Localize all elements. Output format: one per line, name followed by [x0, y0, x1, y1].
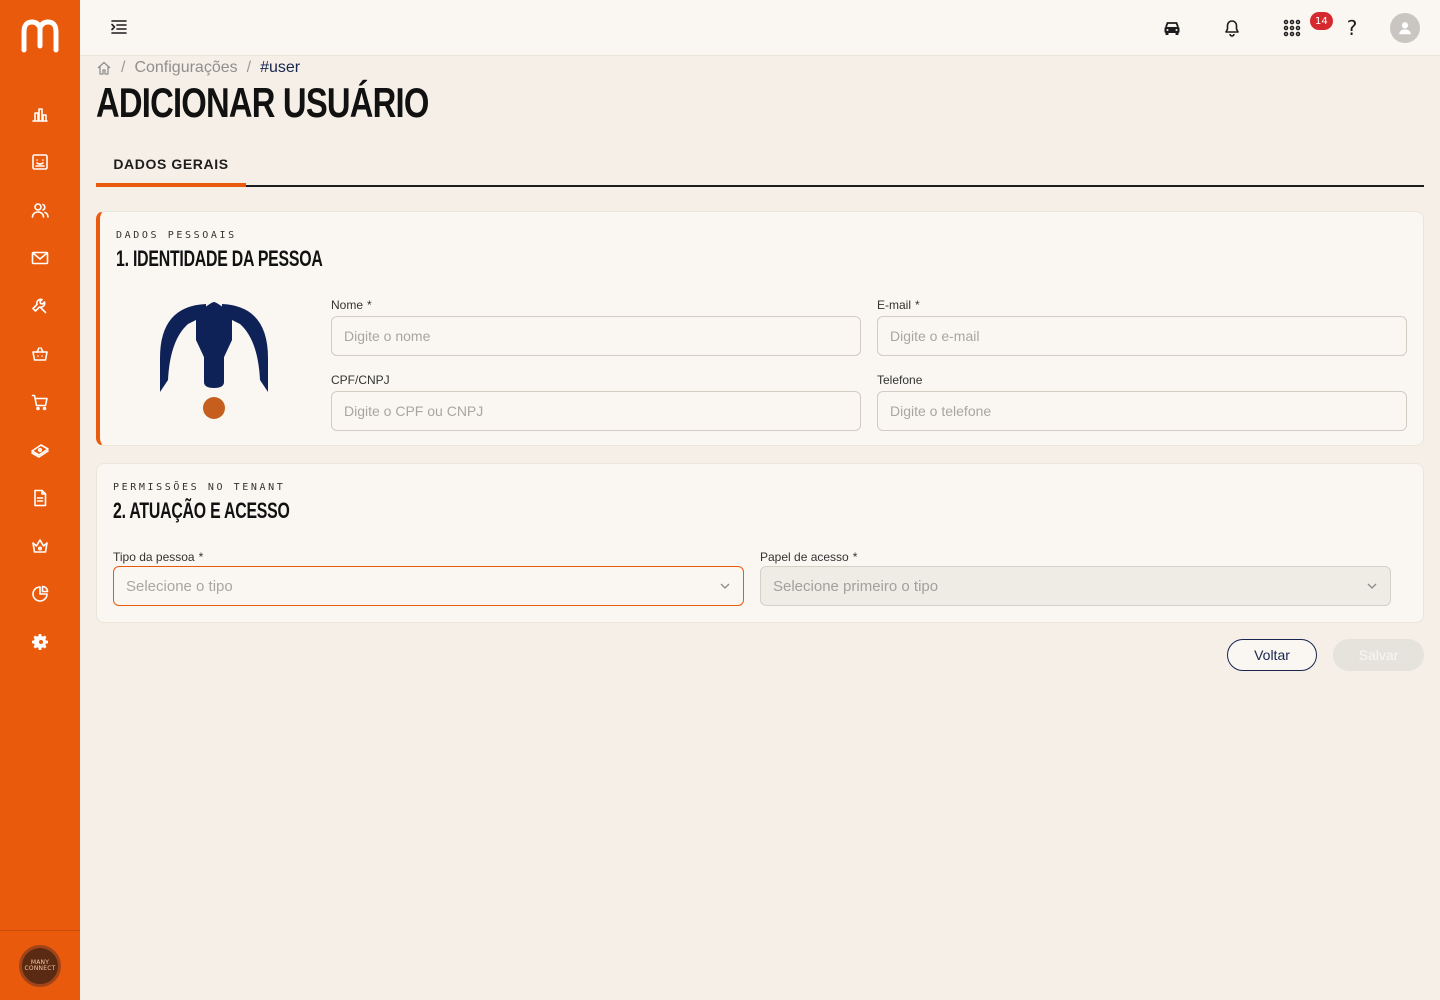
breadcrumb: / Configurações / #user	[96, 58, 300, 78]
document-label: CPF/CNPJ	[331, 373, 390, 387]
apps-grid-icon	[1283, 19, 1301, 37]
company-avatar[interactable]: MANY CONNECT	[19, 945, 61, 987]
access-role-select: Selecione primeiro o tipo	[760, 566, 1391, 606]
identity-card: DADOS PESSOAIS 1. IDENTIDADE DA PESSOA N…	[96, 211, 1424, 446]
chevron-down-icon	[720, 583, 730, 589]
person-type-label-text: Tipo da pessoa	[113, 550, 195, 564]
notification-badge: 14	[1310, 12, 1333, 30]
document-input[interactable]	[331, 391, 861, 431]
breadcrumb-section[interactable]: Configurações	[134, 59, 237, 77]
sidebar-divider	[0, 930, 80, 931]
profile-photo[interactable]	[152, 300, 276, 422]
help-icon: ?	[1346, 16, 1358, 40]
phone-input[interactable]	[877, 391, 1407, 431]
name-input[interactable]	[331, 316, 861, 356]
sidebar-item-finance[interactable]	[28, 438, 52, 462]
crown-icon	[32, 539, 48, 553]
basket-icon	[32, 347, 48, 361]
dashboard-icon	[32, 154, 48, 170]
access-title: 2. ATUAÇÃO E ACESSO	[113, 498, 290, 523]
identity-eyebrow: DADOS PESSOAIS	[116, 230, 237, 241]
sidebar-item-services[interactable]	[28, 294, 52, 318]
vehicle-button[interactable]	[1158, 14, 1186, 42]
access-card: PERMISSÕES NO TENANT 2. ATUAÇÃO E ACESSO…	[96, 463, 1424, 623]
help-button[interactable]: ?	[1338, 14, 1366, 42]
money-icon	[31, 444, 49, 458]
gear-icon	[32, 634, 48, 650]
car-icon	[1164, 22, 1180, 35]
home-icon[interactable]	[96, 60, 112, 76]
sidebar-item-sales[interactable]	[28, 390, 52, 414]
sidebar-item-products[interactable]	[28, 342, 52, 366]
users-icon	[31, 203, 49, 218]
sidebar-item-documents[interactable]	[28, 486, 52, 510]
access-eyebrow: PERMISSÕES NO TENANT	[113, 482, 286, 493]
access-role-label: Papel de acesso *	[760, 550, 857, 564]
email-input[interactable]	[877, 316, 1407, 356]
email-label: E-mail *	[877, 298, 920, 312]
sidebar-item-users[interactable]	[28, 198, 52, 222]
sidebar-item-dashboard[interactable]	[28, 150, 52, 174]
notifications-button[interactable]	[1218, 14, 1246, 42]
sidebar-item-analytics[interactable]	[28, 582, 52, 606]
apps-button[interactable]	[1278, 14, 1306, 42]
tab-bar: DADOS GERAIS	[96, 140, 1424, 187]
sidebar-item-reports[interactable]	[28, 102, 52, 126]
identity-title: 1. IDENTIDADE DA PESSOA	[116, 246, 323, 271]
person-type-select[interactable]: Selecione o tipo	[113, 566, 744, 606]
breadcrumb-separator: /	[121, 59, 126, 76]
name-label-text: Nome	[331, 298, 364, 312]
required-marker: *	[915, 298, 920, 312]
tab-label: DADOS GERAIS	[113, 155, 229, 172]
user-avatar[interactable]	[1390, 13, 1420, 43]
chevron-down-icon	[1367, 583, 1377, 589]
sidebar-item-settings[interactable]	[28, 630, 52, 654]
sidebar-item-messages[interactable]	[28, 246, 52, 270]
person-type-label: Tipo da pessoa *	[113, 550, 203, 564]
topbar: 14 ?	[80, 0, 1440, 56]
bell-icon	[1225, 20, 1239, 37]
tab-general-data[interactable]: DADOS GERAIS	[96, 140, 246, 187]
bar-chart-icon	[32, 108, 48, 122]
wrench-icon	[32, 298, 47, 314]
company-brand-line2: CONNECT	[24, 965, 56, 972]
required-marker: *	[198, 550, 204, 564]
person-type-placeholder: Selecione o tipo	[126, 577, 233, 595]
cart-icon	[31, 394, 48, 411]
brand-logo[interactable]	[20, 18, 60, 54]
page-title: ADICIONAR USUÁRIO	[96, 79, 429, 126]
active-tab-indicator	[96, 183, 246, 187]
document-icon	[34, 489, 47, 507]
breadcrumb-separator: /	[246, 59, 252, 76]
mail-icon	[31, 251, 49, 265]
phone-label: Telefone	[877, 373, 923, 387]
pie-chart-icon	[32, 585, 49, 602]
required-marker: *	[852, 550, 858, 564]
sidebar: MANY CONNECT	[0, 0, 80, 1000]
user-icon	[1399, 22, 1411, 35]
name-label: Nome *	[331, 298, 372, 312]
email-label-text: E-mail	[877, 298, 912, 312]
sidebar-item-plans[interactable]	[28, 534, 52, 558]
save-button[interactable]: Salvar	[1333, 639, 1424, 671]
required-marker: *	[367, 298, 372, 312]
access-role-placeholder: Selecione primeiro o tipo	[773, 577, 939, 595]
access-role-label-text: Papel de acesso	[760, 550, 849, 564]
breadcrumb-current: #user	[260, 59, 301, 76]
menu-toggle-icon[interactable]	[110, 18, 128, 36]
back-button[interactable]: Voltar	[1227, 639, 1317, 671]
